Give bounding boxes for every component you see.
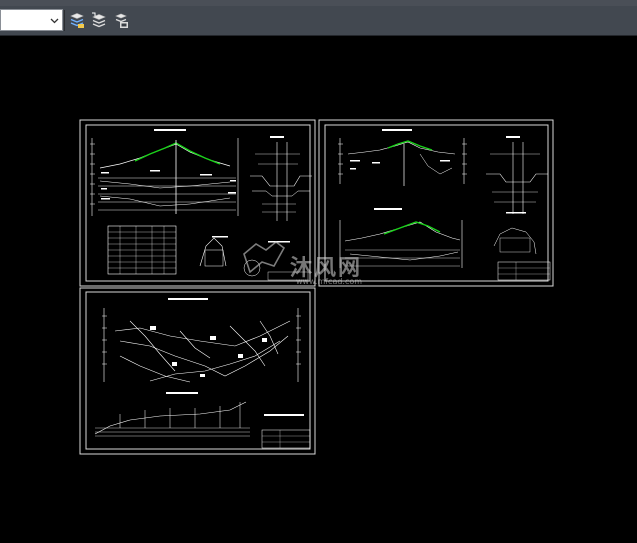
layer-properties-icon xyxy=(70,13,84,28)
drawing-canvas[interactable]: 沐风网 www.mfcad.com xyxy=(0,36,637,543)
layer-dropdown[interactable] xyxy=(0,9,63,31)
layer-state-icon xyxy=(92,12,106,28)
chevron-down-icon xyxy=(50,18,59,24)
watermark-url: www.mfcad.com xyxy=(296,277,363,286)
toolbar-separator xyxy=(64,10,65,31)
layers-toolbar xyxy=(0,6,637,36)
layer-state-button[interactable] xyxy=(88,10,110,31)
layer-previous-icon xyxy=(115,13,128,28)
drawing-sheet-1 xyxy=(79,119,316,287)
watermark-logo-icon xyxy=(243,240,286,274)
layer-properties-button[interactable] xyxy=(66,10,88,31)
layer-previous-button[interactable] xyxy=(110,10,132,31)
model-space-drawing xyxy=(79,119,554,455)
drawing-sheet-3 xyxy=(79,287,316,455)
